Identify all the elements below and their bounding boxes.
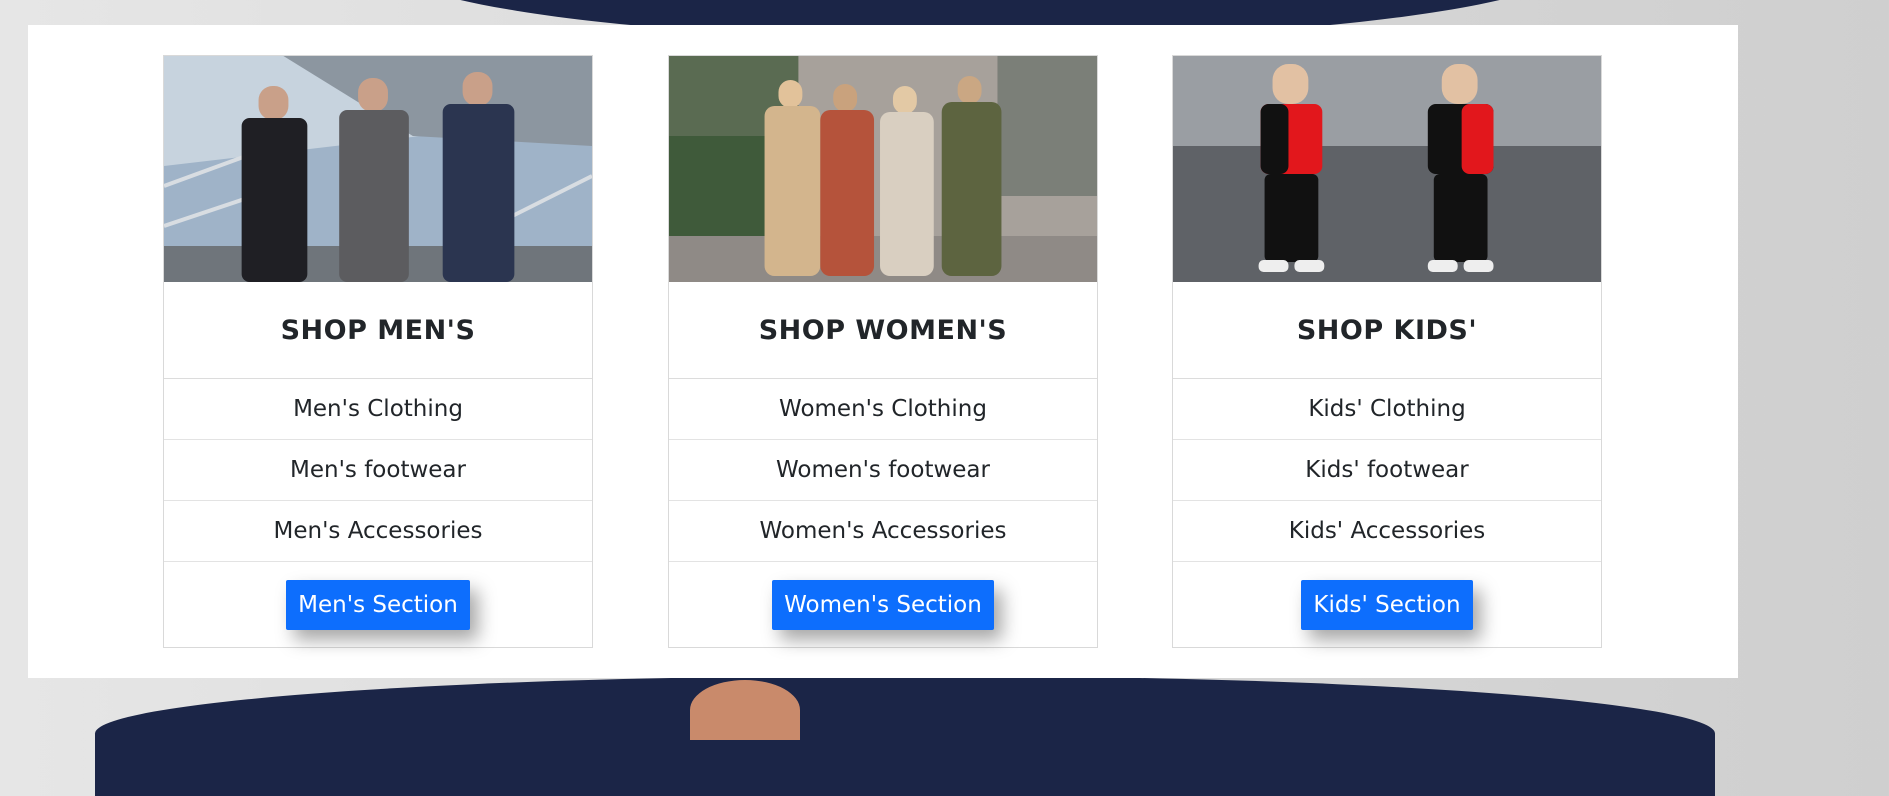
mens-clothing-item[interactable]: Men's Clothing [164,379,592,440]
kids-footwear-item[interactable]: Kids' footwear [1173,440,1601,501]
womens-clothing-item[interactable]: Women's Clothing [669,379,1097,440]
womens-card-title: SHOP WOMEN'S [669,282,1097,379]
kids-card-footer: Kids' Section [1173,562,1601,647]
womens-accessories-item[interactable]: Women's Accessories [669,501,1097,562]
womens-card: SHOP WOMEN'S Women's Clothing Women's fo… [668,55,1098,648]
mens-card: SHOP MEN'S Men's Clothing Men's footwear… [163,55,593,648]
kids-card: SHOP KIDS' Kids' Clothing Kids' footwear… [1172,55,1602,648]
womens-section-button[interactable]: Women's Section [772,579,994,630]
womens-card-image [669,56,1097,282]
kids-clothing-item[interactable]: Kids' Clothing [1173,379,1601,440]
mens-footwear-item[interactable]: Men's footwear [164,440,592,501]
womens-footwear-item[interactable]: Women's footwear [669,440,1097,501]
kids-card-title: SHOP KIDS' [1173,282,1601,379]
mens-card-footer: Men's Section [164,562,592,647]
kids-accessories-item[interactable]: Kids' Accessories [1173,501,1601,562]
mens-card-title: SHOP MEN'S [164,282,592,379]
kids-section-button[interactable]: Kids' Section [1301,579,1473,630]
womens-card-footer: Women's Section [669,562,1097,647]
mens-accessories-item[interactable]: Men's Accessories [164,501,592,562]
mens-card-image [164,56,592,282]
category-panel: SHOP MEN'S Men's Clothing Men's footwear… [28,25,1738,678]
background-figure-bottom [95,676,1715,796]
background-figure-detail [690,680,800,740]
mens-section-button[interactable]: Men's Section [286,579,470,630]
kids-card-image [1173,56,1601,282]
